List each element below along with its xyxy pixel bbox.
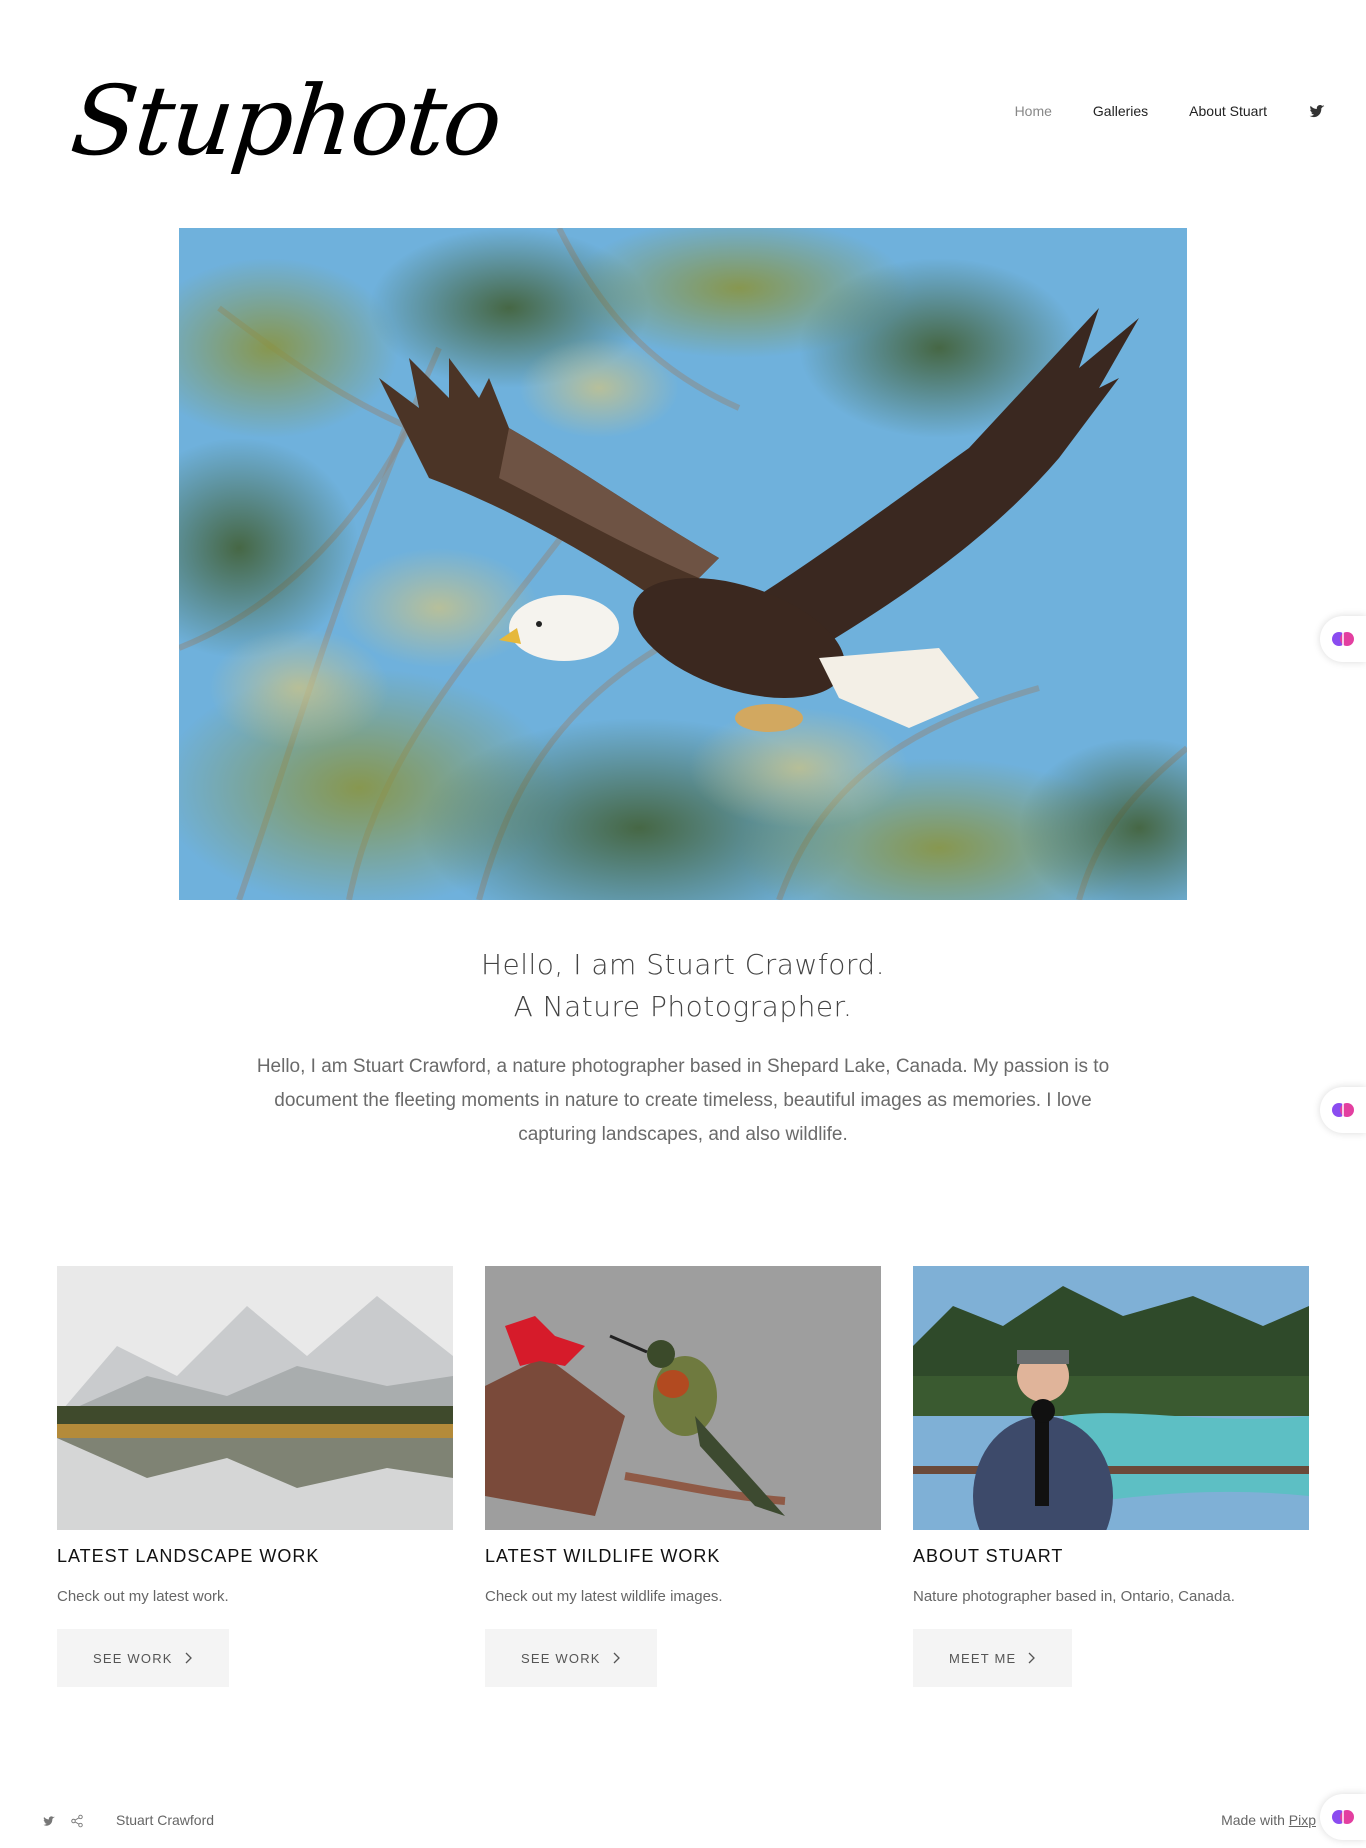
brain-icon <box>1332 632 1354 646</box>
about-thumbnail[interactable] <box>913 1266 1309 1530</box>
meet-me-button[interactable]: MEET ME <box>913 1629 1073 1687</box>
pixpa-link[interactable]: Pixp <box>1289 1812 1316 1828</box>
card-text: Check out my latest wildlife images. <box>485 1588 723 1605</box>
nav-home[interactable]: Home <box>1015 103 1052 119</box>
card-title: LATEST WILDLIFE WORK <box>485 1546 721 1566</box>
card-text: Nature photographer based in, Ontario, C… <box>913 1588 1235 1605</box>
footer-owner: Stuart Crawford <box>116 1812 215 1828</box>
eagle-photo <box>179 228 1187 900</box>
landscape-thumbnail[interactable] <box>57 1266 453 1530</box>
nav-about-stuart[interactable]: About Stuart <box>1189 103 1267 119</box>
card-wildlife: LATEST WILDLIFE WORK Check out my latest… <box>485 1266 881 1687</box>
brand-name: Stuphoto <box>66 65 506 177</box>
see-landscape-work-button[interactable]: SEE WORK <box>57 1629 229 1687</box>
card-title: ABOUT STUART <box>913 1546 1064 1566</box>
intro-title-line1: Hello, I am Stuart Crawford. <box>480 948 886 981</box>
twitter-icon[interactable] <box>1308 102 1326 120</box>
button-label: SEE WORK <box>93 1650 173 1666</box>
intro-heading: Hello, I am Stuart Crawford. A Nature Ph… <box>0 944 1366 1028</box>
wildlife-thumbnail[interactable] <box>485 1266 881 1530</box>
floating-widget-button[interactable] <box>1320 616 1366 662</box>
site-footer: Stuart Crawford Made with Pixp <box>0 1810 1366 1834</box>
made-with-credit: Made with Pixp <box>1221 1812 1316 1828</box>
see-wildlife-work-button[interactable]: SEE WORK <box>485 1629 657 1687</box>
floating-widget-button[interactable] <box>1320 1087 1366 1133</box>
button-label: MEET ME <box>949 1650 1017 1666</box>
made-with-prefix: Made with <box>1221 1812 1289 1828</box>
card-landscape: LATEST LANDSCAPE WORK Check out my lates… <box>57 1266 453 1687</box>
chevron-right-icon <box>185 1652 192 1664</box>
card-about: ABOUT STUART Nature photographer based i… <box>913 1266 1309 1687</box>
main-nav: Home Galleries About Stuart <box>974 102 1326 120</box>
share-icon[interactable] <box>70 1814 84 1828</box>
card-text: Check out my latest work. <box>57 1588 229 1605</box>
twitter-icon[interactable] <box>42 1814 56 1828</box>
hero-image <box>179 228 1187 900</box>
card-title: LATEST LANDSCAPE WORK <box>57 1546 320 1566</box>
intro-title-line2: A Nature Photographer. <box>513 990 853 1023</box>
site-logo[interactable]: Stuphoto <box>56 56 505 186</box>
intro-paragraph: Hello, I am Stuart Crawford, a nature ph… <box>256 1056 1110 1145</box>
brain-icon <box>1332 1103 1354 1117</box>
chevron-right-icon <box>613 1652 620 1664</box>
chevron-right-icon <box>1028 1652 1036 1664</box>
nav-galleries[interactable]: Galleries <box>1093 103 1148 119</box>
button-label: SEE WORK <box>521 1650 601 1666</box>
